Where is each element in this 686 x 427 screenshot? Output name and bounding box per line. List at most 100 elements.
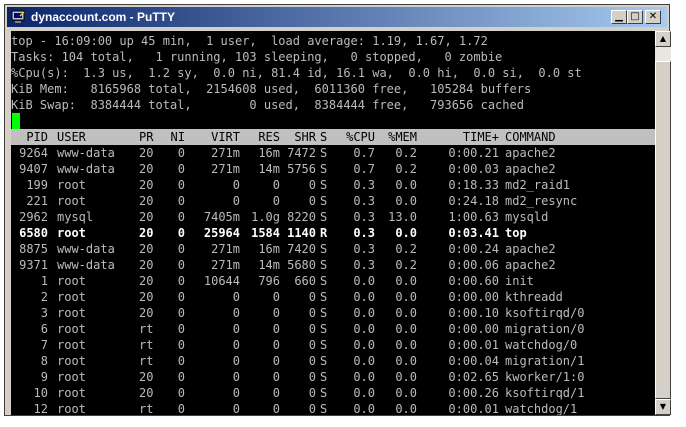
cell-priority: 20 [139,162,154,176]
cell-priority: 20 [139,386,154,400]
cell-res: 0 [272,194,280,208]
process-row: 9371 www-data 20 0 271m 14m 5680 S 0.3 0.2 0:00.06… [11,257,655,273]
cell-cpu: 0.0 [353,386,375,400]
column-header-user: USER [57,130,86,144]
cell-user: root [57,178,86,192]
cell-nice: 0 [177,370,185,384]
cell-user: root [57,322,86,336]
cell-pid: 2 [40,290,48,304]
minimize-button[interactable]: ▁ [611,10,627,24]
cell-time: 0:03.41 [448,226,499,240]
cell-cpu: 0.0 [353,338,375,352]
cell-command: apache2 [505,258,556,272]
cell-priority: 20 [139,306,154,320]
cell-pid: 199 [26,178,48,192]
cell-nice: 0 [177,210,185,224]
cell-pid: 6580 [19,226,48,240]
close-button[interactable]: ✕ [645,10,661,24]
terminal-area[interactable]: top - 16:09:00 up 45 min, 1 user, load a… [11,31,655,415]
cell-user: root [57,226,86,240]
title-bar[interactable]: dynaccount.com - PuTTY ▁ □ ✕ [7,7,667,27]
scroll-down-button[interactable]: ▼ [655,399,671,415]
cell-res: 0 [272,338,280,352]
cell-res: 0 [272,306,280,320]
cell-state: R [320,226,328,240]
process-row: 6 root rt 0 0 0 0 S 0.0 0.0 0:00.00 migration/0 [11,321,655,337]
process-row: 10 root 20 0 0 0 0 S 0.0 0.0 0:00.26 ksoftirqd/1 [11,385,655,401]
cell-priority: 20 [139,274,154,288]
cell-res: 16m [258,146,280,160]
cell-mem: 0.2 [395,258,417,272]
cell-state: S [320,242,328,256]
cell-nice: 0 [177,194,185,208]
cell-time: 0:00.04 [448,354,499,368]
cell-user: root [57,290,86,304]
cell-pid: 9371 [19,258,48,272]
cell-nice: 0 [177,178,185,192]
cell-priority: 20 [139,258,154,272]
cell-cpu: 0.3 [353,258,375,272]
cell-res: 1.0g [251,210,280,224]
cell-time: 0:00.01 [448,338,499,352]
cell-state: S [320,194,328,208]
cell-shr: 660 [294,274,316,288]
putty-icon [11,10,25,23]
cell-res: 14m [258,162,280,176]
cell-mem: 0.0 [395,370,417,384]
cell-state: S [320,178,328,192]
column-header-time: TIME+ [462,130,499,144]
cell-command: watchdog/1 [505,402,578,415]
cell-time: 0:00.00 [448,290,499,304]
cell-cpu: 0.3 [353,226,375,240]
cell-mem: 0.0 [395,194,417,208]
cell-mem: 0.0 [395,402,417,415]
column-header-cpu: %CPU [346,130,375,144]
cell-state: S [320,306,328,320]
cell-virt: 0 [232,338,240,352]
cell-nice: 0 [177,322,185,336]
scroll-up-button[interactable]: ▲ [655,31,671,47]
cell-command: md2_resync [505,194,578,208]
scrollbar-thumb[interactable] [655,61,671,399]
cell-shr: 0 [308,194,316,208]
cell-nice: 0 [177,146,185,160]
cell-mem: 0.2 [395,242,417,256]
vertical-scrollbar[interactable]: ▲ ▼ [655,31,671,415]
cell-priority: rt [139,402,154,415]
cell-nice: 0 [177,354,185,368]
cell-time: 0:00.60 [448,274,499,288]
cell-command: kworker/1:0 [505,370,585,384]
cell-user: root [57,354,86,368]
process-row: 8875 www-data 20 0 271m 16m 7420 S 0.3 0.2 0:00.24… [11,241,655,257]
column-header-priority: PR [139,130,154,144]
cell-pid: 1 [40,274,48,288]
process-row: 199 root 20 0 0 0 0 S 0.3 0.0 0:18.33 md2_raid1 [11,177,655,193]
summary-line-mem: KiB Mem: 8165968 total, 2154608 used, 60… [11,82,532,96]
cell-virt: 0 [232,370,240,384]
cell-time: 0:00.10 [448,306,499,320]
process-row: 9264 www-data 20 0 271m 16m 7472 S 0.7 0.2 0:00.21… [11,145,655,161]
cell-time: 0:00.26 [448,386,499,400]
cell-priority: 20 [139,226,154,240]
cell-mem: 0.0 [395,322,417,336]
cell-res: 0 [272,290,280,304]
cell-nice: 0 [177,338,185,352]
cell-virt: 271m [211,162,240,176]
cell-virt: 25964 [203,226,240,240]
cell-user: www-data [57,258,115,272]
cell-command: mysqld [505,210,549,224]
cell-mem: 13.0 [388,210,417,224]
cell-cpu: 0.3 [353,242,375,256]
cell-state: S [320,386,328,400]
cell-virt: 0 [232,322,240,336]
process-row: 2 root 20 0 0 0 0 S 0.0 0.0 0:00.00 kthreadd [11,289,655,305]
process-row: 12 root rt 0 0 0 0 S 0.0 0.0 0:00.01 watchdog/1 [11,401,655,415]
cell-time: 0:02.65 [448,370,499,384]
cell-pid: 2962 [19,210,48,224]
maximize-button[interactable]: □ [627,10,643,24]
column-header-nice: NI [170,130,185,144]
column-header-shr: SHR [294,130,316,144]
process-row: 2962 mysql 20 0 7405m 1.0g 8220 S 0.3 13.0 1:00.63… [11,209,655,225]
cell-shr: 7420 [287,242,316,256]
cell-state: S [320,338,328,352]
